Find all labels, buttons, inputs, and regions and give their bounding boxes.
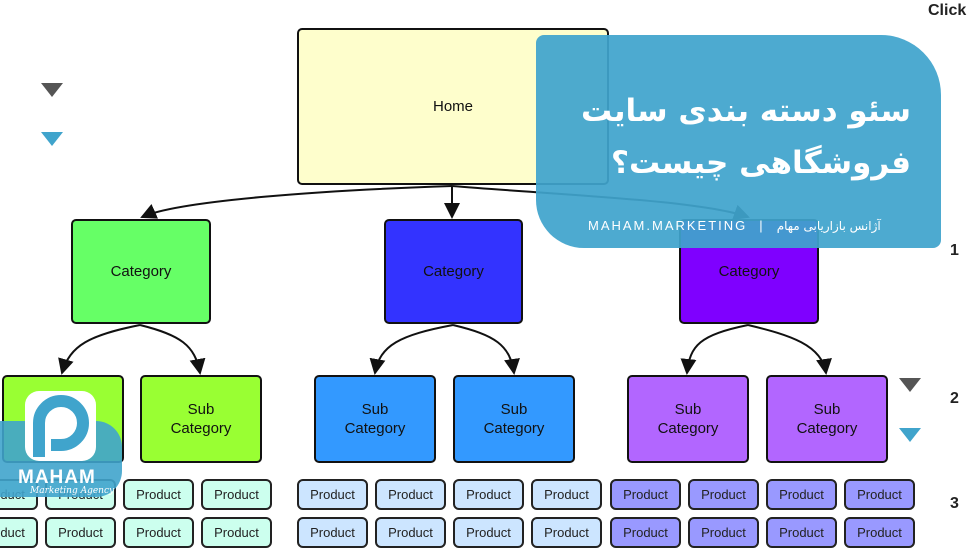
product-node[interactable]: Product: [766, 479, 837, 510]
title-banner: سئو دسته بندی سایت فروشگاهی چیست؟ MAHAM.…: [536, 35, 941, 248]
triangle-down-gray-icon[interactable]: [41, 83, 63, 97]
banner-title-line: سئو دسته بندی سایت: [581, 93, 911, 129]
banner-site: MAHAM.MARKETING: [588, 218, 748, 233]
click-label: Click: [928, 2, 967, 19]
triangle-down-blue-icon[interactable]: [41, 132, 63, 146]
category-node[interactable]: Category: [384, 219, 523, 324]
level-number: 2: [950, 390, 959, 407]
subcategory-label: SubCategory: [170, 401, 232, 437]
level-number: 3: [950, 495, 959, 512]
product-node[interactable]: Product: [610, 517, 681, 548]
product-node[interactable]: Product: [453, 517, 524, 548]
home-label: Home: [432, 98, 473, 115]
category-label: Category: [423, 263, 484, 280]
triangle-down-gray-icon[interactable]: [899, 378, 921, 392]
product-node[interactable]: Product: [45, 517, 116, 548]
subcategory-node[interactable]: SubCategory: [314, 375, 436, 463]
subcategory-label: SubCategory: [796, 401, 858, 437]
product-node[interactable]: Product: [688, 517, 759, 548]
subcategory-node[interactable]: SubCategory: [627, 375, 749, 463]
category-label: Category: [110, 263, 172, 280]
subcategory-node[interactable]: SubCategory: [766, 375, 888, 463]
product-node[interactable]: Product: [123, 517, 194, 548]
banner-agency: آژانس بازاریابی مهام: [776, 218, 881, 233]
product-node[interactable]: Product: [844, 479, 915, 510]
logo-tagline: Marketing Agency: [30, 486, 115, 496]
triangle-down-blue-icon[interactable]: [899, 428, 921, 442]
product-node[interactable]: Product: [531, 479, 602, 510]
subcategory-label: SubCategory: [344, 401, 406, 437]
product-node[interactable]: Product: [688, 479, 759, 510]
product-node[interactable]: Product: [297, 517, 368, 548]
banner-separator: |: [759, 218, 765, 233]
product-node[interactable]: Product: [297, 479, 368, 510]
banner-title: سئو دسته بندی سایت فروشگاهی چیست؟: [531, 85, 911, 189]
product-node[interactable]: Product: [201, 517, 272, 548]
subcategory-label: SubCategory: [657, 401, 719, 437]
product-node[interactable]: Product: [0, 517, 38, 548]
product-node[interactable]: Product: [610, 479, 681, 510]
subcategory-label: SubCategory: [483, 401, 545, 437]
banner-subtitle: MAHAM.MARKETING | آژانس بازاریابی مهام: [588, 218, 881, 233]
banner-title-line: فروشگاهی چیست؟: [611, 145, 911, 181]
subcategory-node[interactable]: SubCategory: [453, 375, 575, 463]
product-node[interactable]: Product: [375, 517, 446, 548]
category-node[interactable]: Category: [71, 219, 211, 324]
product-node[interactable]: Product: [844, 517, 915, 548]
product-node[interactable]: Product: [531, 517, 602, 548]
product-node[interactable]: Product: [123, 479, 194, 510]
product-node[interactable]: Product: [766, 517, 837, 548]
subcategory-node[interactable]: SubCategory: [140, 375, 262, 463]
level-number: 1: [950, 242, 959, 259]
product-node[interactable]: Product: [201, 479, 272, 510]
product-node[interactable]: Product: [375, 479, 446, 510]
product-node[interactable]: Product: [453, 479, 524, 510]
category-label: Category: [718, 263, 780, 280]
maham-logo-icon: [25, 391, 96, 461]
